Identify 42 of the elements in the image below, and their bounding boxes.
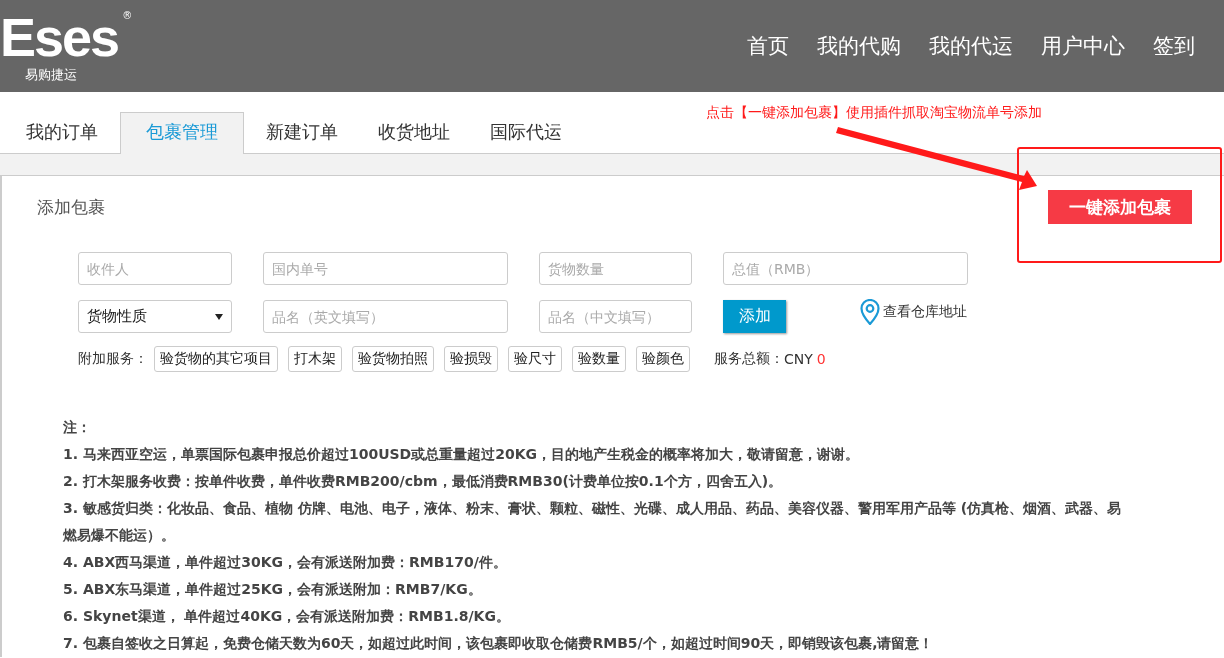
input-field[interactable]: 国内单号 [263,252,508,285]
note-text: 5. ABX东马渠道，单件超过25KG，会有派送附加：RMB7/KG。 [63,580,483,599]
nav-link[interactable]: 我的代购 [808,32,910,60]
service-total-label: 服务总额： [714,350,784,368]
service-option[interactable]: 验货物的其它项目 [154,346,278,372]
input-field[interactable]: 总值（RMB） [723,252,968,285]
service-option[interactable]: 验尺寸 [508,346,562,372]
input-field[interactable]: 品名（英文填写） [263,300,508,333]
dropdown[interactable]: 货物性质 [78,300,232,333]
logo[interactable]: Eses® 易购捷运 [0,10,133,84]
nav-link[interactable]: 首页 [738,32,798,60]
quick-add-button[interactable]: 一键添加包裹 [1047,190,1192,224]
service-option[interactable]: 验数量 [572,346,626,372]
note-text: 6. Skynet渠道， 单件超过40KG，会有派送附加费：RMB1.8/KG。 [63,607,511,626]
tab[interactable]: 收货地址 [360,113,468,153]
panel-title: 添加包裹 [37,196,105,219]
service-option[interactable]: 验颜色 [636,346,690,372]
note-text: 3. 敏感货归类：化妆品、食品、植物 仿牌、电池、电子，液体、粉末、膏状、颗粒、磁性、光碟、成人用品、药品、美容仪器、警用军用产品等 (仿真枪、烟酒、武器、易燃易爆不能运）。 [63,499,1123,545]
services-label: 附加服务： [78,350,148,368]
note-text: 1. 马来西亚空运，单票国际包裹申报总价超过100USD或总重量超过20KG，目的地产生税金的概率将加大，敬请留意，谢谢。 [63,445,861,464]
input-field[interactable]: 货物数量 [539,252,692,285]
nav-link[interactable]: 签到 [1144,32,1204,60]
annotation-text: 点击【一键添加包裹】使用插件抓取淘宝物流单号添加 [706,104,1042,122]
currency: CNY [784,351,813,367]
tab[interactable]: 我的订单 [8,113,116,153]
caret-icon [215,313,223,320]
location-pin-icon [860,298,880,325]
input-field[interactable]: 品名（中文填写） [539,300,692,333]
tab[interactable]: 国际代运 [472,113,580,153]
input-field[interactable]: 收件人 [78,252,232,285]
notes-heading: 注： [63,418,92,437]
note-text: 4. ABX西马渠道，单件超过30KG，会有派送附加费：RMB170/件。 [63,553,508,572]
service-option[interactable]: 验损毁 [444,346,498,372]
nav-link[interactable]: 我的代运 [920,32,1022,60]
tab[interactable]: 新建订单 [248,113,356,153]
service-total: 0 [816,351,826,367]
nav-link[interactable]: 用户中心 [1032,32,1134,60]
note-text: 2. 打木架服务收费：按单件收费，单件收费RMB200/cbm，最低消费RMB30(计费单位按0.1个方，四舍五入)。 [63,472,784,491]
service-option[interactable]: 验货物拍照 [352,346,434,372]
note-text: 7. 包裹自签收之日算起，免费仓储天数为60天，如超过此时间，该包裹即收取仓储费RMB5/个，如超过时间90天，即销毁该包裹,请留意！ [63,634,935,653]
service-option[interactable]: 打木架 [288,346,342,372]
warehouse-link[interactable]: 查看仓库地址 [860,298,967,325]
